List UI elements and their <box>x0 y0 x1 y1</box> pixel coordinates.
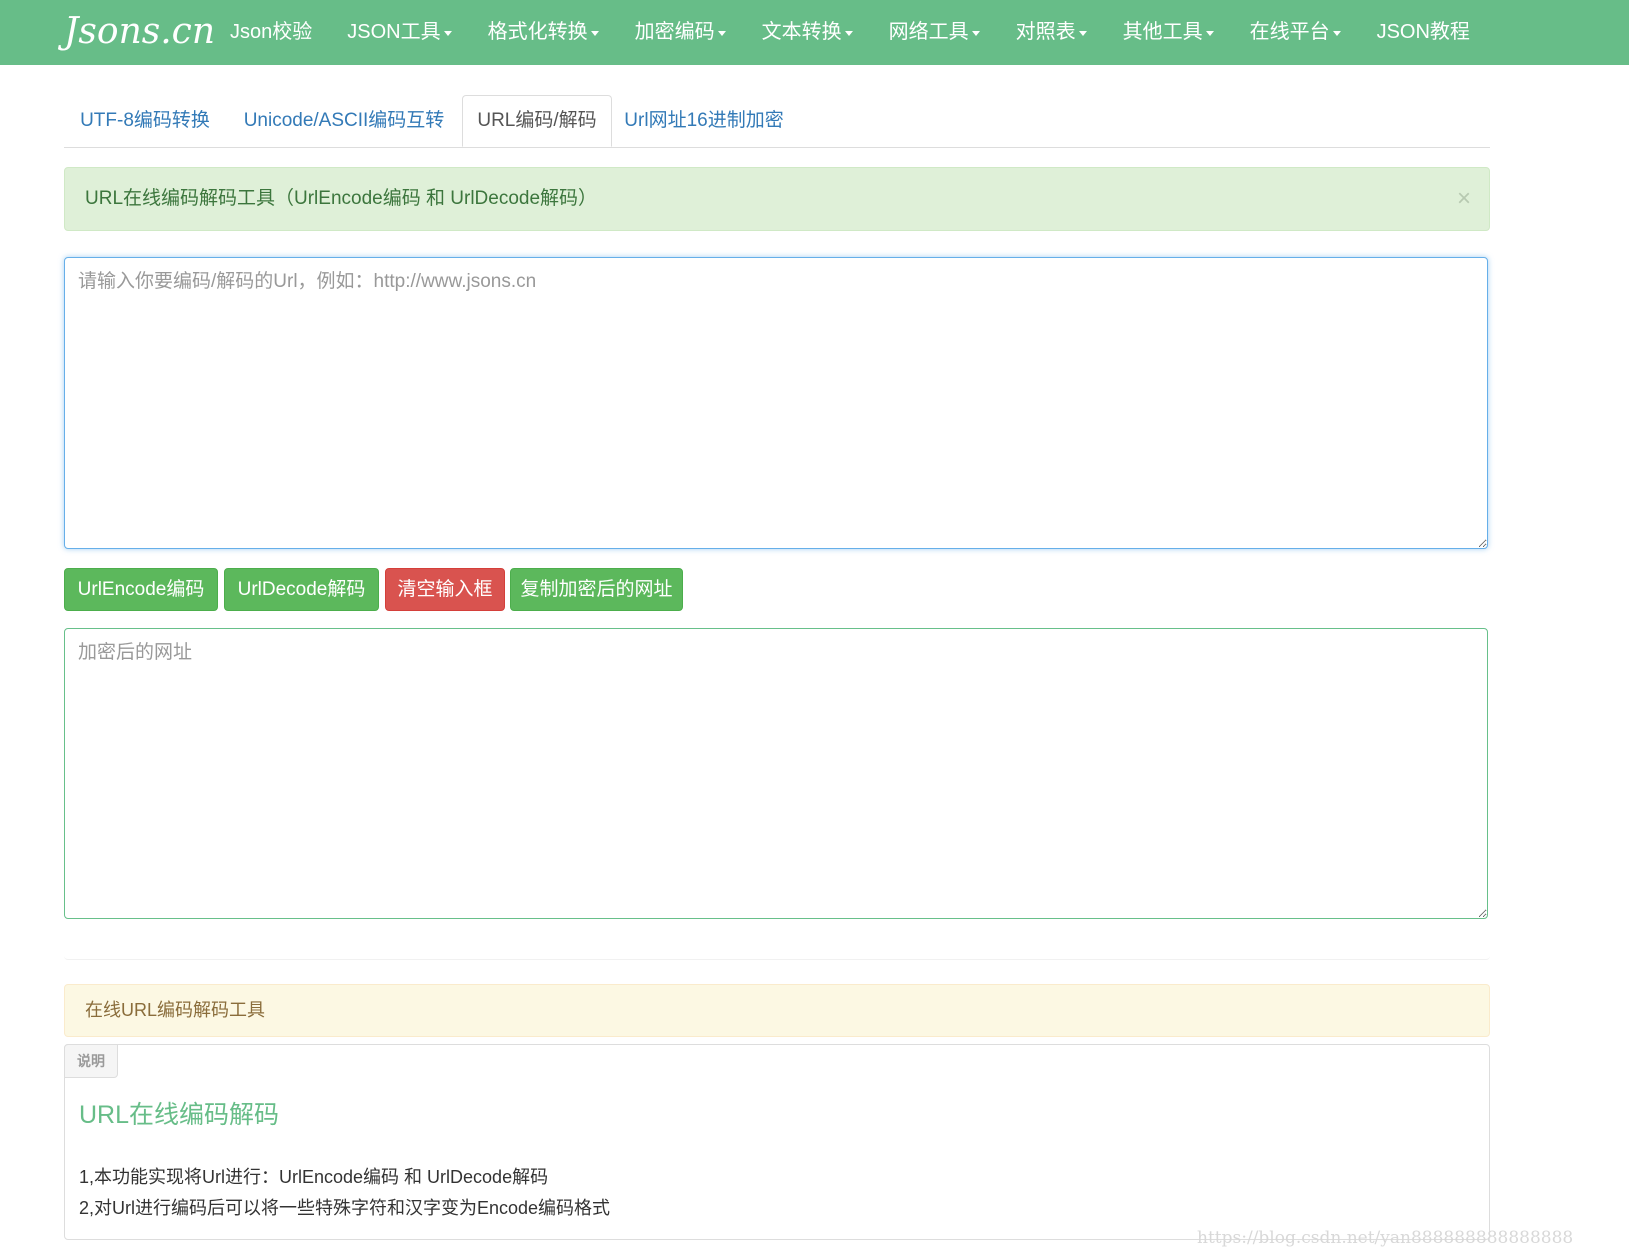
top-navbar: Jsons.cn Json校验 JSON工具 格式化转换 加密编码 文本转换 网… <box>0 0 1629 65</box>
nav-item-label: 在线平台 <box>1249 21 1330 43</box>
instructions-label: 说明 <box>64 1044 118 1078</box>
nav-json-tools[interactable]: JSON工具 <box>347 0 452 65</box>
result-output[interactable] <box>64 628 1488 919</box>
instruction-line: 2,对Url进行编码后可以将一些特殊字符和汉字变为Encode编码格式 <box>79 1198 611 1218</box>
section-title-alert: 在线URL编码解码工具 <box>64 984 1490 1037</box>
clear-input-button[interactable]: 清空输入框 <box>385 568 505 611</box>
caret-down-icon <box>443 31 452 36</box>
nav-online-platform[interactable]: 在线平台 <box>1250 0 1341 65</box>
panel-divider <box>64 937 1490 960</box>
nav-encrypt-encode[interactable]: 加密编码 <box>635 0 726 65</box>
nav-item-label: JSON教程 <box>1376 21 1470 43</box>
caret-down-icon <box>971 31 980 36</box>
caret-down-icon <box>590 31 599 36</box>
nav-item-label: 文本转换 <box>761 21 842 43</box>
nav-item-label: 对照表 <box>1015 21 1076 43</box>
instruction-line: 1,本功能实现将Url进行：UrlEncode编码 和 UrlDecode解码 <box>79 1167 549 1187</box>
nav-json-tutorial[interactable]: JSON教程 <box>1377 0 1470 65</box>
instructions-heading: URL在线编码解码 <box>79 1101 280 1129</box>
nav-item-label: JSON工具 <box>347 21 441 43</box>
nav-network-tools[interactable]: 网络工具 <box>889 0 980 65</box>
url-input[interactable] <box>64 257 1488 549</box>
instructions-panel: 说明 URL在线编码解码 1,本功能实现将Url进行：UrlEncode编码 和… <box>64 1044 1490 1240</box>
caret-down-icon <box>1078 31 1087 36</box>
nav-format-convert[interactable]: 格式化转换 <box>488 0 599 65</box>
tool-description-alert: URL在线编码解码工具（UrlEncode编码 和 UrlDecode解码） × <box>64 167 1490 231</box>
tool-tabs: UTF-8编码转换 Unicode/ASCII编码互转 URL编码/解码 Url… <box>64 95 1490 148</box>
section-title-text: 在线URL编码解码工具 <box>85 1000 266 1020</box>
tab-url-encode[interactable]: URL编码/解码 <box>462 95 612 147</box>
nav-item-label: 格式化转换 <box>487 21 588 43</box>
caret-down-icon <box>1205 31 1214 36</box>
close-icon[interactable]: × <box>1457 168 1471 230</box>
nav-text-convert[interactable]: 文本转换 <box>762 0 853 65</box>
nav-menu: Json校验 JSON工具 格式化转换 加密编码 文本转换 网络工具 对照表 其… <box>230 0 1470 65</box>
site-logo[interactable]: Jsons.cn <box>64 8 215 56</box>
urldecode-button[interactable]: UrlDecode解码 <box>224 568 379 611</box>
nav-item-label: 加密编码 <box>634 21 715 43</box>
tab-url-hex[interactable]: Url网址16进制加密 <box>612 95 796 147</box>
caret-down-icon <box>717 31 726 36</box>
urlencode-button[interactable]: UrlEncode编码 <box>64 568 218 611</box>
nav-item-label: Json校验 <box>230 21 313 43</box>
caret-down-icon <box>844 31 853 36</box>
nav-item-label: 网络工具 <box>888 21 969 43</box>
caret-down-icon <box>1332 31 1341 36</box>
alert-text: URL在线编码解码工具（UrlEncode编码 和 UrlDecode解码） <box>85 188 598 209</box>
tab-utf8[interactable]: UTF-8编码转换 <box>64 95 226 147</box>
copy-result-button[interactable]: 复制加密后的网址 <box>510 568 683 611</box>
nav-other-tools[interactable]: 其他工具 <box>1123 0 1214 65</box>
nav-item-label: 其他工具 <box>1122 21 1203 43</box>
nav-reference-tables[interactable]: 对照表 <box>1016 0 1087 65</box>
tab-unicode-ascii[interactable]: Unicode/ASCII编码互转 <box>226 95 462 147</box>
watermark: https://blog.csdn.net/yan888888888888888 <box>1197 1228 1574 1248</box>
nav-json-validate[interactable]: Json校验 <box>230 0 312 65</box>
